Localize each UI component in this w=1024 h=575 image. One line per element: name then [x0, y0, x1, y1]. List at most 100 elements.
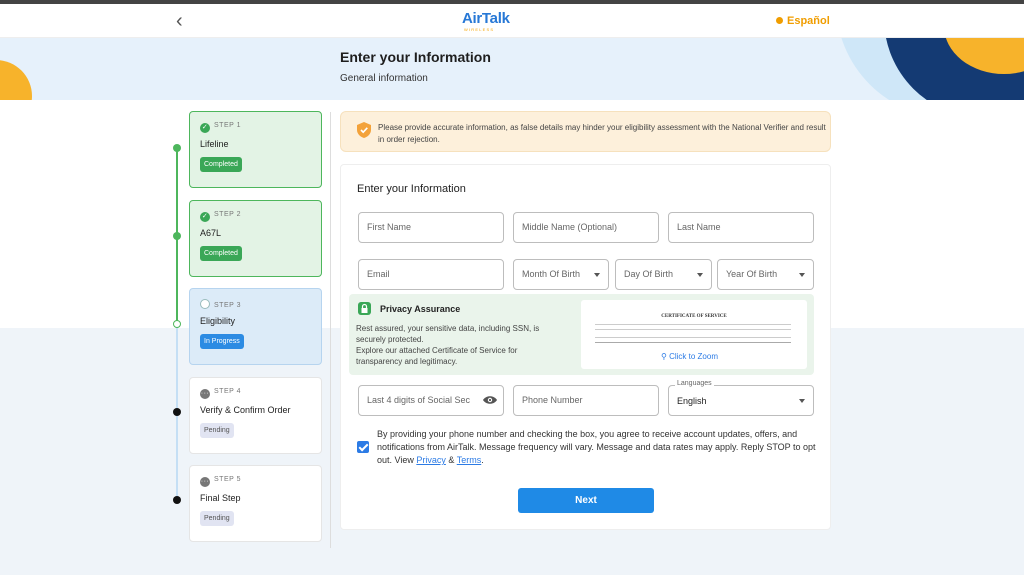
privacy-text-2: Explore our attached Certificate of Serv… — [356, 346, 518, 366]
spinner-icon — [200, 299, 210, 309]
month-of-birth-select[interactable]: Month Of Birth — [513, 259, 609, 290]
middle-name-placeholder: Middle Name (Optional) — [522, 222, 618, 232]
timeline-dot-step5 — [173, 496, 181, 504]
more-dots-icon: ··· — [200, 477, 210, 487]
step-label: STEP 5 — [214, 476, 241, 483]
timeline-dot-step4 — [173, 408, 181, 416]
privacy-assurance-box: Privacy Assurance Rest assured, your sen… — [349, 294, 814, 375]
privacy-link[interactable]: Privacy — [416, 455, 446, 465]
airtalk-logo[interactable]: AirTalk WIRELESS — [462, 10, 522, 34]
step-card-1[interactable]: ✓ STEP 1 Lifeline Completed — [189, 111, 322, 188]
privacy-text-1: Rest assured, your sensitive data, inclu… — [356, 324, 540, 344]
certificate-text-line — [595, 329, 791, 330]
status-badge: Pending — [200, 511, 234, 526]
status-badge: Pending — [200, 423, 234, 438]
zoom-icon: ⚲ — [661, 352, 670, 361]
accuracy-warning: Please provide accurate information, as … — [340, 111, 831, 152]
lock-icon — [358, 302, 371, 315]
middle-name-input[interactable]: Middle Name (Optional) — [513, 212, 659, 243]
step-label: STEP 1 — [214, 122, 241, 129]
next-button[interactable]: Next — [518, 488, 654, 513]
check-circle-icon: ✓ — [200, 212, 210, 222]
certificate-text-line — [595, 324, 791, 325]
month-placeholder: Month Of Birth — [522, 269, 581, 279]
step-number: ✓ STEP 2 — [200, 211, 241, 222]
last-name-placeholder: Last Name — [677, 222, 721, 232]
ssn-placeholder: Last 4 digits of Social Sec — [367, 395, 471, 405]
step-number: ··· STEP 5 — [200, 476, 241, 487]
status-badge: Completed — [200, 157, 242, 172]
consent-amp: & — [445, 455, 457, 465]
certificate-preview[interactable]: CERTIFICATE OF SERVICE ⚲ Click to Zoom — [581, 300, 807, 369]
vertical-divider — [330, 112, 331, 548]
form-title: Enter your Information — [357, 183, 466, 195]
terms-link[interactable]: Terms — [457, 455, 482, 465]
day-placeholder: Day Of Birth — [624, 269, 674, 279]
chevron-down-icon — [697, 273, 703, 277]
consent-checkbox[interactable] — [357, 441, 369, 453]
certificate-text-line — [595, 342, 791, 343]
phone-number-input[interactable]: Phone Number — [513, 385, 659, 416]
step-number: STEP 3 — [200, 299, 241, 309]
chevron-down-icon — [799, 399, 805, 403]
status-badge: Completed — [200, 246, 242, 261]
privacy-text: Rest assured, your sensitive data, inclu… — [356, 323, 556, 367]
step-title: Verify & Confirm Order — [200, 405, 291, 415]
shield-icon — [357, 122, 371, 138]
step-number: ··· STEP 4 — [200, 388, 241, 399]
chevron-down-icon — [594, 273, 600, 277]
email-input[interactable]: Email — [358, 259, 504, 290]
year-placeholder: Year Of Birth — [726, 269, 778, 279]
logo-subtext: WIRELESS — [464, 27, 495, 32]
eye-icon[interactable] — [483, 395, 497, 405]
email-placeholder: Email — [367, 269, 390, 279]
step-label: STEP 2 — [214, 211, 241, 218]
first-name-placeholder: First Name — [367, 222, 412, 232]
check-circle-icon: ✓ — [200, 123, 210, 133]
language-switch-label: Español — [787, 15, 830, 27]
top-header: ‹ AirTalk WIRELESS Español — [0, 4, 1024, 38]
year-of-birth-select[interactable]: Year Of Birth — [717, 259, 814, 290]
status-badge: In Progress — [200, 334, 244, 349]
consent-text: By providing your phone number and check… — [377, 428, 817, 467]
step-title: A67L — [200, 228, 222, 238]
timeline-dot-step1 — [173, 144, 181, 152]
step-card-3[interactable]: STEP 3 Eligibility In Progress — [189, 288, 322, 365]
step-number: ✓ STEP 1 — [200, 122, 241, 133]
chevron-down-icon — [799, 273, 805, 277]
timeline-dot-step3 — [173, 320, 181, 328]
step-title: Lifeline — [200, 139, 229, 149]
back-arrow-icon[interactable]: ‹ — [176, 10, 196, 32]
consent-end: . — [481, 455, 484, 465]
language-select[interactable]: Languages English — [668, 380, 814, 416]
step-card-2[interactable]: ✓ STEP 2 A67L Completed — [189, 200, 322, 277]
step-card-5[interactable]: ··· STEP 5 Final Step Pending — [189, 465, 322, 542]
languages-label: Languages — [675, 380, 714, 387]
logo-text: AirTalk — [462, 10, 510, 27]
phone-placeholder: Phone Number — [522, 395, 583, 405]
page-subtitle: General information — [340, 73, 428, 84]
page-title: Enter your Information — [340, 49, 491, 65]
certificate-title: CERTIFICATE OF SERVICE — [661, 314, 727, 319]
globe-icon — [776, 17, 783, 24]
certificate-text-line — [595, 337, 791, 338]
day-of-birth-select[interactable]: Day Of Birth — [615, 259, 712, 290]
language-value: English — [677, 396, 707, 406]
timeline-dot-step2 — [173, 232, 181, 240]
warning-text: Please provide accurate information, as … — [378, 123, 826, 144]
step-label: STEP 3 — [214, 302, 241, 309]
step-title: Final Step — [200, 493, 241, 503]
step-card-4[interactable]: ··· STEP 4 Verify & Confirm Order Pending — [189, 377, 322, 454]
step-title: Eligibility — [200, 316, 236, 326]
page-banner: Enter your Information General informati… — [0, 38, 1024, 100]
ssn-input[interactable]: Last 4 digits of Social Sec — [358, 385, 504, 416]
step-label: STEP 4 — [214, 388, 241, 395]
first-name-input[interactable]: First Name — [358, 212, 504, 243]
language-switch-link[interactable]: Español — [776, 15, 830, 27]
zoom-label: Click to Zoom — [669, 352, 718, 361]
last-name-input[interactable]: Last Name — [668, 212, 814, 243]
click-to-zoom-link[interactable]: ⚲ Click to Zoom — [661, 352, 718, 361]
privacy-title: Privacy Assurance — [380, 304, 461, 314]
decor-circle-left — [0, 60, 32, 100]
more-dots-icon: ··· — [200, 389, 210, 399]
